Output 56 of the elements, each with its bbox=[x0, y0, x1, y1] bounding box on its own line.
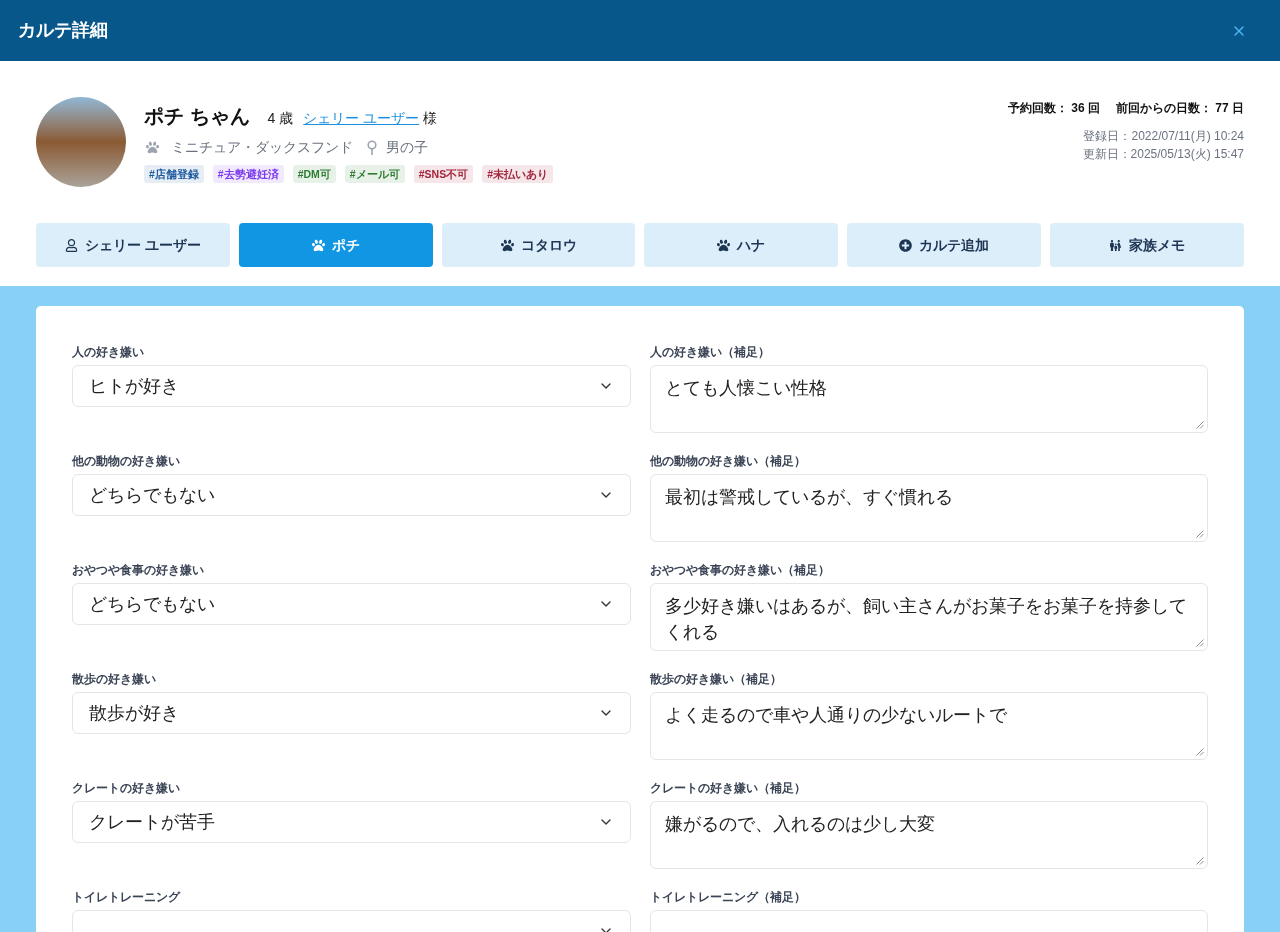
resize-handle-icon[interactable] bbox=[1196, 857, 1204, 865]
text-area[interactable]: 最初は警戒しているが、すぐ慣れる bbox=[649, 474, 1208, 542]
breed-text: ミニチュア・ダックスフンド bbox=[171, 138, 353, 157]
paw-icon bbox=[311, 238, 325, 252]
tab[interactable]: 家族メモ bbox=[1050, 223, 1244, 267]
tag: #去勢避妊済 bbox=[212, 165, 284, 183]
registered-date: 登録日：2022/07/11(月) 10:24 bbox=[1083, 128, 1244, 145]
sex-text: 男の子 bbox=[386, 138, 428, 157]
tag: #メール可 bbox=[344, 165, 405, 183]
field-label: おやつや食事の好き嫌い（補足） bbox=[649, 563, 831, 577]
field-label: 人の好き嫌い（補足） bbox=[649, 345, 771, 359]
tag: #未払いあり bbox=[482, 165, 553, 183]
pet-name: ポチ ちゃん bbox=[144, 104, 250, 129]
text-area[interactable]: 多少好き嫌いはあるが、飼い主さんがお菓子をお菓子を持参してくれる bbox=[649, 583, 1208, 651]
field-label: 散歩の好き嫌い bbox=[72, 672, 157, 686]
updated-date: 更新日：2025/05/13(火) 15:47 bbox=[1082, 146, 1244, 163]
tag: #SNS不可 bbox=[413, 165, 474, 183]
field-label: 人の好き嫌い bbox=[72, 345, 145, 359]
tab[interactable]: カルテ追加 bbox=[847, 223, 1042, 267]
pet-age: 4 歳 bbox=[267, 109, 294, 128]
resize-handle-icon[interactable] bbox=[1196, 639, 1204, 647]
text-area[interactable]: よく走るので車や人通りの少ないルートで bbox=[649, 692, 1208, 760]
window-title: カルテ詳細 bbox=[18, 19, 108, 42]
pin-icon bbox=[367, 140, 377, 155]
field-label: トイレトレーニング bbox=[72, 890, 182, 904]
family-icon bbox=[1109, 238, 1123, 252]
honorific-text: 様 bbox=[423, 109, 438, 128]
tab[interactable]: ハナ bbox=[644, 223, 839, 267]
paw-icon bbox=[500, 238, 514, 252]
field-label: 散歩の好き嫌い（補足） bbox=[649, 672, 783, 686]
resize-handle-icon[interactable] bbox=[1196, 421, 1204, 429]
owner-link[interactable]: シェリー ユーザー bbox=[303, 108, 420, 129]
paw-icon bbox=[717, 238, 731, 252]
resize-handle-icon[interactable] bbox=[1196, 530, 1204, 538]
tag: #DM可 bbox=[292, 165, 336, 183]
person-icon bbox=[64, 238, 78, 252]
days-since-last: 前回からの日数： 77 日 bbox=[1116, 100, 1244, 117]
dropdown-field[interactable]: 散歩が好き bbox=[72, 692, 631, 734]
field-label: 他の動物の好き嫌い bbox=[72, 454, 181, 468]
dropdown-field[interactable]: どちらでもない bbox=[72, 474, 631, 516]
dropdown-field[interactable]: クレートが苦手 bbox=[72, 801, 631, 843]
dropdown-field[interactable]: どちらでもない bbox=[72, 583, 631, 625]
field-label: トイレトレーニング（補足） bbox=[649, 890, 807, 904]
tab[interactable]: コタロウ bbox=[441, 223, 636, 267]
field-label: クレートの好き嫌い bbox=[72, 781, 181, 795]
visit-count: 予約回数： 36 回 bbox=[1007, 100, 1100, 117]
paw-icon bbox=[146, 141, 159, 154]
field-label: おやつや食事の好き嫌い bbox=[72, 563, 205, 577]
tab[interactable]: シェリー ユーザー bbox=[36, 223, 230, 267]
dropdown-field[interactable]: ヒトが好き bbox=[72, 365, 631, 407]
field-label: クレートの好き嫌い（補足） bbox=[649, 781, 807, 795]
text-area[interactable]: 嫌がるので、入れるのは少し大変 bbox=[649, 801, 1208, 869]
resize-handle-icon[interactable] bbox=[1196, 748, 1204, 756]
text-area[interactable]: とても人懐こい性格 bbox=[649, 365, 1208, 433]
tag: #店舗登録 bbox=[144, 165, 204, 183]
field-label: 他の動物の好き嫌い（補足） bbox=[649, 454, 807, 468]
